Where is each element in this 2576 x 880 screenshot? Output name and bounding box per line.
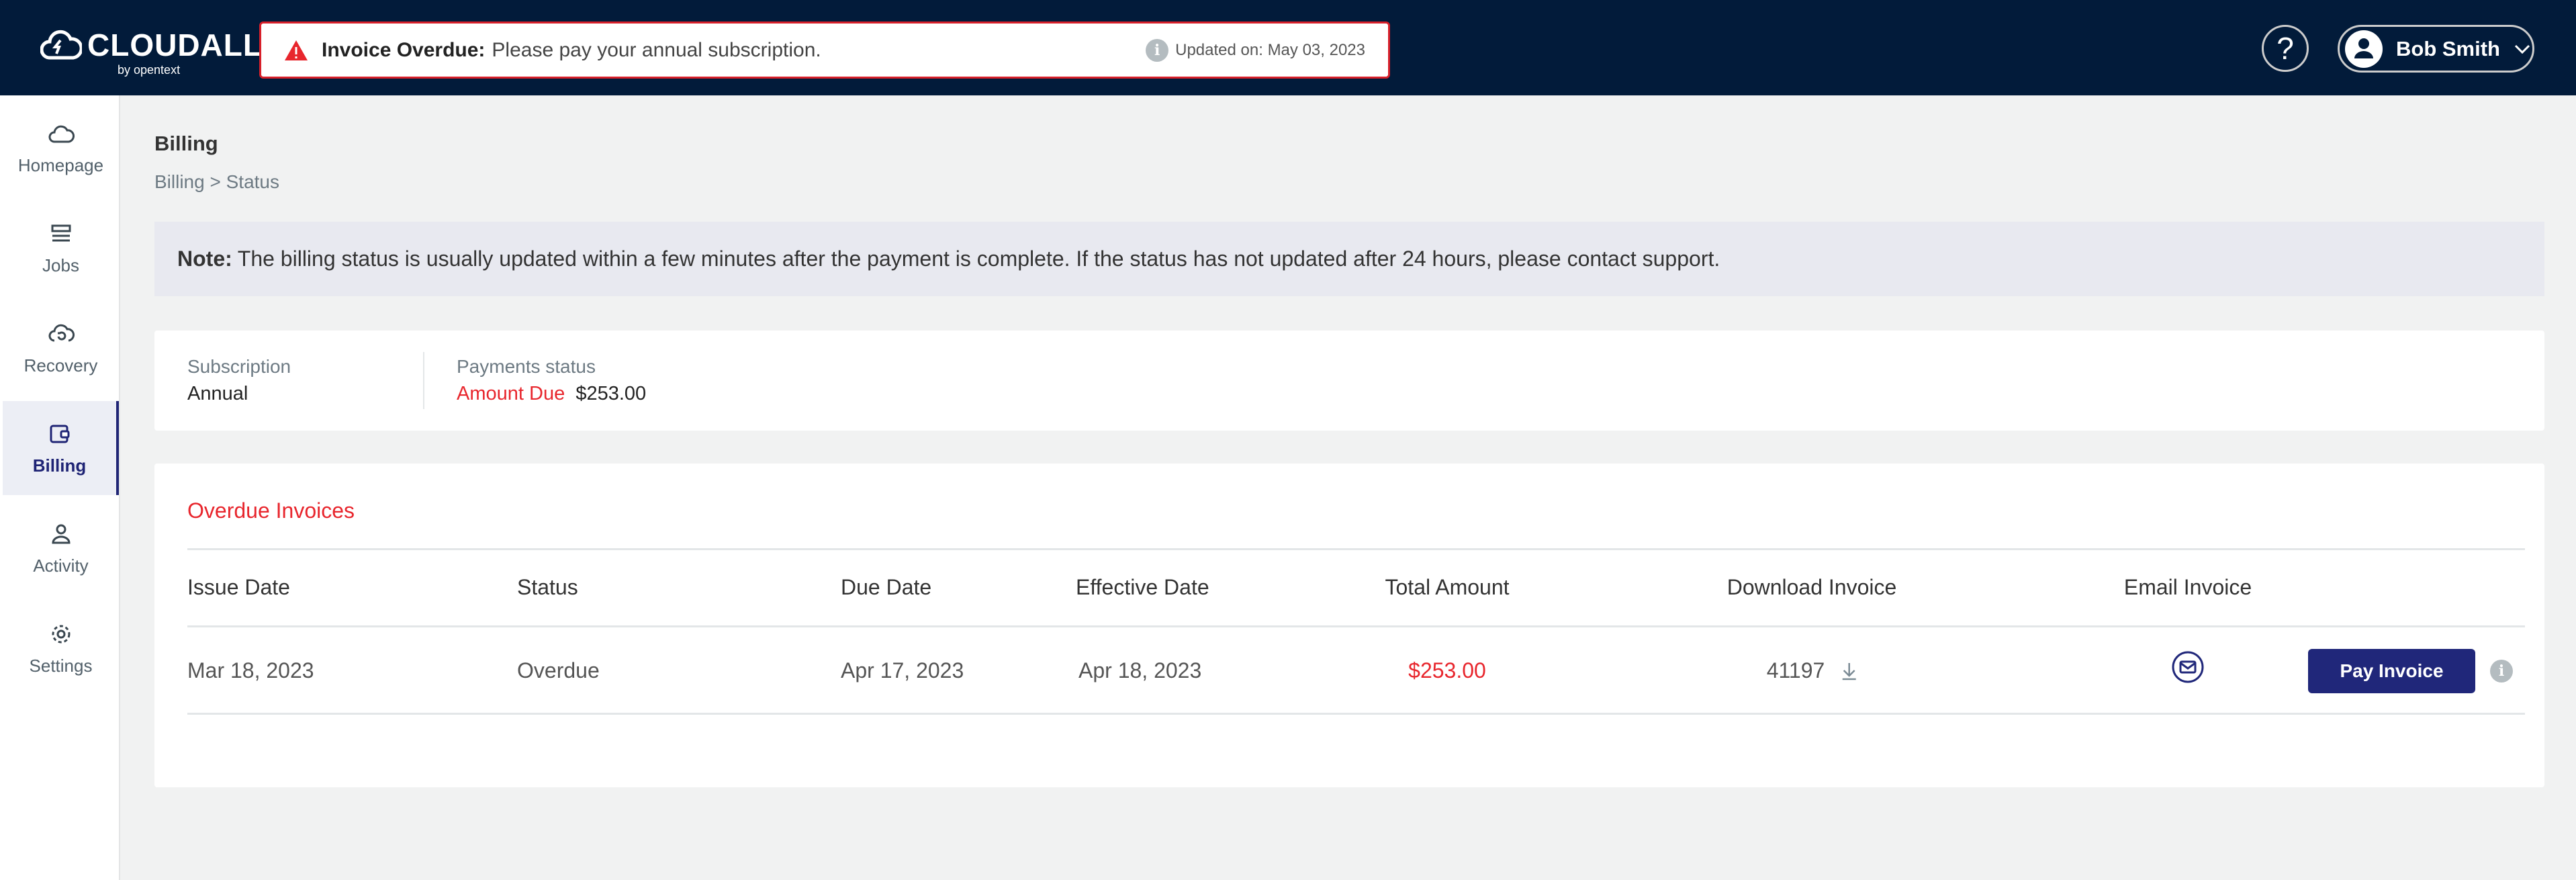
avatar-icon [2345,30,2383,68]
breadcrumb[interactable]: Billing > Status [154,171,279,193]
due-date: Apr 17, 2023 [841,658,964,683]
sidebar-item-label: Activity [33,555,89,576]
divider [423,352,424,409]
info-icon[interactable]: i [1146,38,1169,62]
sidebar-item-recovery[interactable]: Recovery [3,301,119,395]
note-text: The billing status is usually updated wi… [237,247,1720,271]
info-icon[interactable]: i [2490,660,2513,683]
column-header-download-invoice: Download Invoice [1727,575,1897,599]
list-icon [51,224,71,241]
payments-status-label: Payments status [457,356,596,377]
gear-icon [52,625,70,643]
column-header-issue-date: Issue Date [187,575,290,599]
sidebar-item-settings[interactable]: Settings [3,601,119,695]
invoice-overdue-alert: Invoice Overdue: Please pay your annual … [259,21,1390,79]
cloud-icon [48,125,75,142]
user-icon [51,524,71,543]
cloudally-logo[interactable]: CLOUDALLY by opentext [40,26,280,79]
user-menu-button[interactable]: Bob Smith [2338,25,2534,73]
total-amount: $253.00 [1408,658,1486,683]
pay-invoice-button[interactable]: Pay Invoice [2308,649,2475,693]
top-bar: CLOUDALLY by opentext Invoice Overdue: P… [0,0,2576,95]
column-header-total-amount: Total Amount [1385,575,1510,599]
sidebar-item-label: Billing [32,455,87,476]
column-header-email-invoice: Email Invoice [2123,575,2252,599]
download-icon [1842,662,1856,680]
invoice-number: 41197 [1766,658,1825,683]
divider [187,713,2525,715]
sidebar-item-activity[interactable]: Activity [3,501,119,595]
subscription-label: Subscription [187,356,291,377]
sidebar-item-label: Homepage [17,155,104,175]
sidebar-item-homepage[interactable]: Homepage [3,101,119,195]
cloud-restore-icon [48,324,75,341]
subscription-card: Subscription Annual Payments status Amou… [154,331,2544,431]
invoice-status: Overdue [517,658,600,683]
cloud-logo-icon [40,30,82,60]
billing-note: Note: The billing status is usually updat… [154,222,2544,296]
email-invoice-icon[interactable] [2171,650,2205,684]
page-title: Billing [154,132,218,155]
issue-date: Mar 18, 2023 [187,658,314,683]
wallet-icon [50,425,69,443]
alert-updated-date: Updated on: May 03, 2023 [1175,40,1365,59]
sidebar: Homepage Jobs Recovery Billing Activity … [0,95,120,880]
effective-date: Apr 18, 2023 [1078,658,1202,683]
subscription-value: Annual [187,383,248,404]
logo-subtext: by opentext [118,63,181,77]
column-header-effective-date: Effective Date [1076,575,1209,599]
column-header-status: Status [517,575,578,599]
divider [187,625,2525,627]
divider [187,548,2525,550]
note-label: Note: [177,247,232,271]
subscription-info: Subscription Annual [187,356,291,405]
payments-status: Payments status Amount Due $253.00 [457,356,646,405]
sidebar-item-label: Jobs [42,255,79,275]
amount-due-label: Amount Due [457,383,565,404]
overdue-invoices-card: Overdue Invoices Issue Date Status Due D… [154,464,2544,787]
sidebar-item-billing[interactable]: Billing [3,401,119,495]
warning-icon [285,40,308,60]
sidebar-item-label: Recovery [24,355,98,376]
alert-title: Invoice Overdue: [322,38,486,61]
sidebar-item-jobs[interactable]: Jobs [3,201,119,295]
alert-message: Please pay your annual subscription. [492,38,821,61]
amount-due-value: $253.00 [576,383,647,404]
chevron-down-icon [2514,44,2530,54]
logo-text: CLOUDALLY [87,28,281,62]
sidebar-item-label: Settings [29,655,93,676]
help-button[interactable]: ? [2262,25,2309,72]
column-header-due-date: Due Date [841,575,932,599]
download-invoice-link[interactable]: 41197 [1767,658,1857,683]
section-title: Overdue Invoices [187,498,355,523]
user-name: Bob Smith [2396,36,2500,60]
